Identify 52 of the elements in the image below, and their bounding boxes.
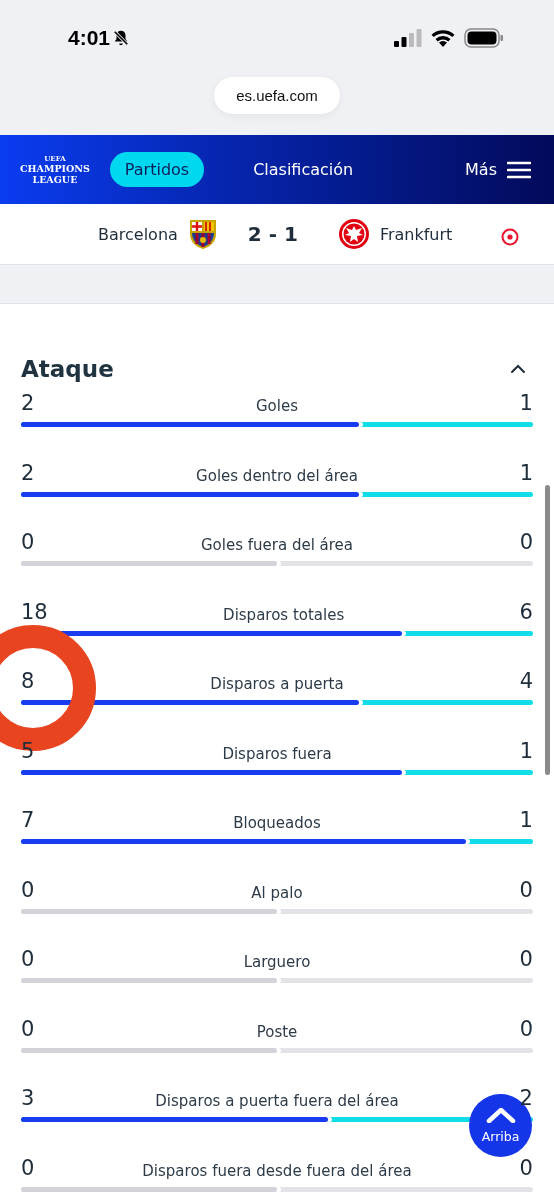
home-stat-value: 18 (21, 599, 48, 624)
muted-bell-icon (112, 28, 131, 47)
chevron-up-icon (485, 1107, 516, 1123)
wifi-icon (430, 28, 456, 47)
clock-time: 4:01 (68, 25, 111, 50)
home-stat-value: 3 (21, 1086, 35, 1110)
striped-shield-crest-icon (187, 218, 218, 250)
away-stat-value: 1 (519, 391, 533, 415)
address-bar[interactable]: es.uefa.com (214, 77, 340, 114)
menu-icon (507, 160, 531, 179)
away-stat-value: 4 (519, 669, 533, 693)
match-score: 2 - 1 (247, 222, 298, 246)
away-stat-value: 0 (519, 1155, 533, 1180)
home-stat-value: 0 (21, 1155, 35, 1180)
home-stat-value: 0 (21, 947, 35, 971)
stat-label: Goles (256, 397, 298, 415)
home-stat-value: 0 (21, 877, 35, 902)
away-stat-value: 6 (519, 599, 533, 624)
stat-label: Disparos fuera (222, 744, 332, 763)
stat-label: Disparos totales (223, 605, 345, 624)
section-title: Ataque (21, 356, 114, 382)
stat-label: Larguero (243, 953, 311, 971)
nav-tab[interactable]: Partidos (109, 152, 205, 187)
stat-label: Goles fuera del área (200, 536, 354, 554)
away-stat-value: 0 (519, 530, 533, 554)
home-stat-value: 8 (21, 669, 35, 693)
away-stat-value: 0 (519, 1016, 533, 1041)
home-stat-value: 2 (21, 391, 35, 415)
home-team-name: Barcelona (98, 224, 178, 244)
away-team-name: Frankfurt (379, 224, 453, 244)
stat-label: Poste (256, 1022, 298, 1041)
away-stat-value: 0 (519, 877, 533, 902)
home-stat-value: 0 (21, 1016, 35, 1041)
eagle-crest-icon (337, 218, 370, 250)
home-stat-value: 0 (21, 530, 35, 554)
home-stat-value: 2 (21, 460, 35, 485)
stat-label: Disparos a puerta (210, 675, 344, 693)
nav-tab[interactable]: Clasificación (238, 152, 369, 187)
more-menu-button[interactable]: Más (465, 160, 534, 179)
away-stat-value: 1 (519, 738, 533, 763)
stat-label: Disparos fuera desde fuera del área (142, 1161, 412, 1180)
stat-label: Disparos a puerta fuera del área (155, 1092, 399, 1110)
signal-icon (394, 28, 422, 47)
stat-label: Bloqueados (233, 814, 321, 832)
away-stat-value: 0 (519, 947, 533, 971)
stat-label: Al palo (251, 883, 303, 902)
away-stat-value: 1 (519, 460, 533, 485)
home-stat-value: 7 (21, 808, 35, 832)
away-stat-value: 1 (519, 808, 533, 832)
chevron-icon[interactable] (510, 364, 526, 374)
battery-icon (464, 27, 504, 48)
stat-label: Goles dentro del área (196, 466, 358, 485)
